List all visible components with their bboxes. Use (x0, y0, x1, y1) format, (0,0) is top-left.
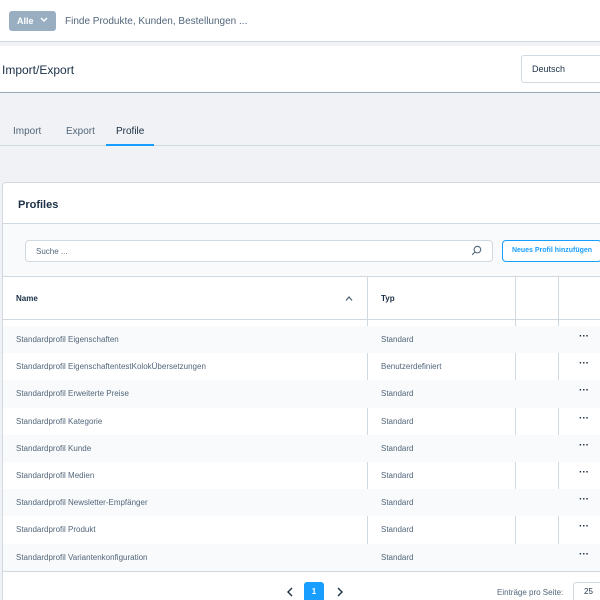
table-body: Standardprofil Eigenschaften Standard ··… (3, 326, 600, 571)
per-page-label: Einträge pro Seite: (497, 588, 564, 597)
global-search-input[interactable] (65, 13, 465, 29)
table-row[interactable]: Standardprofil Produkt Standard ··· (3, 516, 600, 543)
search-scope-label: Alle (17, 16, 34, 26)
more-actions-icon[interactable]: ··· (577, 332, 591, 344)
sort-ascending-icon[interactable] (345, 296, 353, 301)
tab-export[interactable]: Export (66, 126, 95, 146)
table-row[interactable]: Standardprofil Variantenkonfiguration St… (3, 543, 600, 571)
more-actions-icon[interactable]: ··· (577, 467, 591, 480)
chevron-down-icon (40, 17, 48, 22)
more-actions-icon[interactable]: ··· (577, 495, 591, 507)
chevron-right-icon[interactable] (334, 585, 346, 599)
search-icon[interactable] (471, 245, 482, 256)
per-page-select[interactable]: 25 (573, 582, 600, 600)
cell-type: Standard (381, 470, 414, 480)
cell-name: Standardprofil Variantenkonfiguration (16, 552, 148, 562)
cell-type: Standard (381, 389, 414, 399)
column-header-type[interactable]: Typ (381, 294, 395, 303)
more-actions-icon[interactable]: ··· (577, 386, 591, 398)
table-header: Name Typ (3, 277, 600, 320)
table-row[interactable]: Standardprofil Erweiterte Preise Standar… (3, 380, 600, 408)
profile-search-input[interactable] (36, 244, 456, 258)
page-header: Import/Export Deutsch (0, 46, 600, 93)
cell-name: Standardprofil Medien (16, 470, 95, 480)
cell-name: Standardprofil Newsletter-Empfänger (16, 498, 148, 508)
table-row[interactable]: Standardprofil EigenschaftentestKolokÜbe… (3, 353, 600, 380)
cell-name: Standardprofil Eigenschaften (16, 335, 119, 344)
profiles-card: Profiles Neues Profil hinzufügen Name Ty… (2, 182, 600, 600)
table-row[interactable]: Standardprofil Newsletter-Empfänger Stan… (3, 489, 600, 517)
cell-name: Standardprofil Kunde (16, 443, 92, 453)
table-row[interactable]: Standardprofil Kunde Standard ··· (3, 434, 600, 462)
cell-type: Standard (381, 443, 414, 453)
more-actions-icon[interactable]: ··· (577, 549, 591, 562)
cell-type: Standard (381, 416, 414, 426)
table-row[interactable]: Standardprofil Eigenschaften Standard ··… (3, 326, 600, 354)
add-profile-button[interactable]: Neues Profil hinzufügen (502, 240, 600, 262)
chevron-left-icon[interactable] (284, 585, 296, 599)
page-title: Import/Export (2, 63, 75, 77)
cell-name: Standardprofil Erweiterte Preise (16, 389, 129, 399)
card-title: Profiles (18, 199, 59, 211)
more-actions-icon[interactable]: ··· (577, 359, 591, 371)
cell-type: Standard (381, 552, 414, 562)
grid-toolbar: Neues Profil hinzufügen (3, 223, 600, 277)
tab-bar: Import Export Profile (0, 120, 600, 146)
cell-name: Standardprofil EigenschaftentestKolokÜbe… (16, 362, 206, 372)
more-actions-icon[interactable]: ··· (577, 522, 591, 534)
table-row[interactable]: Standardprofil Medien Standard ··· (3, 462, 600, 489)
profile-search-field (25, 240, 493, 262)
cell-type: Standard (381, 498, 414, 508)
global-search-bar: Alle (0, 0, 600, 42)
cell-type: Standard (381, 335, 414, 344)
language-select[interactable]: Deutsch (521, 55, 600, 83)
search-scope-dropdown[interactable]: Alle (9, 11, 56, 31)
table-divider (3, 571, 600, 572)
cell-name: Standardprofil Kategorie (16, 416, 103, 426)
more-actions-icon[interactable]: ··· (577, 413, 591, 426)
table-row[interactable]: Standardprofil Kategorie Standard ··· (3, 408, 600, 435)
cell-type: Standard (381, 525, 414, 535)
page-button-current[interactable]: 1 (304, 582, 324, 600)
cell-name: Standardprofil Produkt (16, 525, 96, 535)
tab-profile[interactable]: Profile (106, 126, 155, 146)
more-actions-icon[interactable]: ··· (577, 440, 591, 453)
column-header-name[interactable]: Name (16, 294, 38, 303)
cell-type: Benutzerdefiniert (381, 362, 442, 372)
tab-import[interactable]: Import (13, 126, 41, 146)
